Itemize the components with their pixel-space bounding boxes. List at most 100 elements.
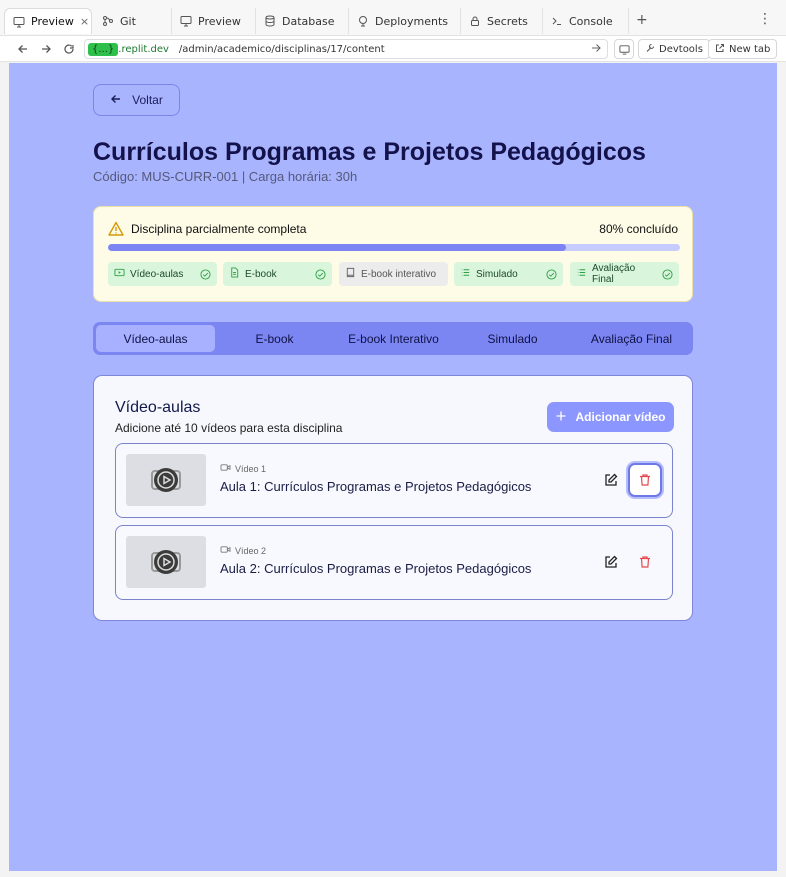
chip-ebook: E-book <box>223 262 332 286</box>
camera-icon <box>220 545 231 556</box>
tab-preview[interactable]: Preview <box>172 8 256 34</box>
chip-video-aulas: Vídeo-aulas <box>108 262 217 286</box>
video-icon <box>114 267 125 281</box>
arrow-left-icon <box>110 93 122 108</box>
page-subtitle: Código: MUS-CURR-001 | Carga horária: 30… <box>93 169 358 184</box>
edit-icon[interactable] <box>603 472 619 488</box>
chip-label: Vídeo-aulas <box>130 268 184 280</box>
check-circle-icon <box>662 268 673 280</box>
video-title: Aula 2: Currículos Programas e Projetos … <box>220 561 532 576</box>
video-index-label: Vídeo 1 <box>235 463 267 474</box>
tab-secrets[interactable]: Secrets <box>461 8 543 34</box>
devtools-button[interactable]: Devtools <box>638 39 710 59</box>
video-thumbnail <box>126 536 206 588</box>
browser-tab-bar: Preview × Git Preview Database Deploymen… <box>0 0 786 36</box>
tab-label: Git <box>120 14 136 28</box>
section-description: Adicione até 10 vídeos para esta discipl… <box>115 421 343 435</box>
plus-icon <box>555 410 567 425</box>
delete-button[interactable] <box>628 545 662 579</box>
video-aulas-card: Vídeo-aulas Adicione até 10 vídeos para … <box>93 375 693 621</box>
video-title: Aula 1: Currículos Programas e Projetos … <box>220 479 532 494</box>
trash-icon <box>640 474 650 486</box>
tab-label: Secrets <box>487 14 528 28</box>
edit-icon[interactable] <box>603 554 619 570</box>
video-thumbnail <box>126 454 206 506</box>
reload-icon[interactable] <box>61 41 77 57</box>
video-index: Vídeo 2 <box>220 545 266 556</box>
back-button[interactable]: Voltar <box>93 84 180 116</box>
video-index-label: Vídeo 2 <box>235 545 267 556</box>
tab-ebook-interativo[interactable]: E-book Interativo <box>334 325 453 352</box>
url-host-badge: {...} <box>88 42 119 56</box>
tab-menu-icon[interactable]: ⋮ <box>758 11 772 27</box>
status-label: Disciplina parcialmente completa <box>131 222 307 236</box>
completion-status-panel: Disciplina parcialmente completa 80% con… <box>93 206 693 302</box>
page-title: Currículos Programas e Projetos Pedagógi… <box>93 138 646 166</box>
chip-simulado: Simulado <box>454 262 563 286</box>
tab-preview-active[interactable]: Preview × <box>4 8 92 34</box>
tab-label: Deployments <box>375 14 449 28</box>
forward-arrow-icon[interactable] <box>38 41 54 57</box>
tab-git[interactable]: Git <box>94 8 172 34</box>
trash-icon <box>640 556 650 568</box>
section-heading: Vídeo-aulas <box>115 399 201 416</box>
list-icon <box>576 267 587 281</box>
delete-button[interactable] <box>628 463 662 497</box>
check-circle-icon <box>315 268 326 280</box>
url-path: /admin/academico/disciplinas/17/content <box>178 43 385 55</box>
add-video-button[interactable]: Adicionar vídeo <box>547 402 674 432</box>
back-label: Voltar <box>132 93 163 107</box>
lock-icon <box>469 15 481 27</box>
wrench-icon <box>645 43 655 56</box>
tab-ebook[interactable]: E-book <box>215 325 334 352</box>
video-item: Vídeo 2 Aula 2: Currículos Programas e P… <box>115 525 673 600</box>
tab-database[interactable]: Database <box>256 8 349 34</box>
chip-label: E-book interativo <box>361 268 437 280</box>
database-icon <box>264 15 276 27</box>
book-icon <box>345 267 356 281</box>
add-video-label: Adicionar vídeo <box>575 410 666 424</box>
camera-icon <box>220 463 231 474</box>
tab-label: Database <box>282 14 335 28</box>
open-new-tab-button[interactable]: New tab <box>708 39 778 59</box>
address-bar: {...} .replit.dev /admin/academico/disci… <box>0 36 786 62</box>
app-page: Voltar Currículos Programas e Projetos P… <box>9 63 777 871</box>
chip-label: Simulado <box>476 268 518 280</box>
list-icon <box>460 267 471 281</box>
chip-ebook-interativo: E-book interativo <box>339 262 448 286</box>
tab-video-aulas[interactable]: Vídeo-aulas <box>96 325 215 352</box>
check-circle-icon <box>546 268 557 280</box>
tab-deployments[interactable]: Deployments <box>349 8 461 34</box>
tab-console[interactable]: Console <box>543 8 629 34</box>
video-play-icon <box>151 550 181 574</box>
chip-label: Avaliação Final <box>592 263 636 285</box>
tab-label: Console <box>569 14 613 28</box>
tab-avaliacao-final[interactable]: Avaliação Final <box>572 325 691 352</box>
terminal-icon <box>551 15 563 27</box>
video-index: Vídeo 1 <box>220 463 266 474</box>
new-tab-button[interactable]: + <box>636 12 648 28</box>
close-icon[interactable]: × <box>80 15 89 28</box>
progress-bar <box>108 244 680 251</box>
url-host: .replit.dev <box>118 43 169 55</box>
deploy-icon <box>357 15 369 27</box>
chip-avaliacao-final: Avaliação Final <box>570 262 679 286</box>
content-tabs: Vídeo-aulas E-book E-book Interativo Sim… <box>93 322 693 355</box>
go-arrow-icon[interactable] <box>591 43 601 56</box>
video-item: Vídeo 1 Aula 1: Currículos Programas e P… <box>115 443 673 518</box>
monitor-icon <box>13 16 25 28</box>
url-field[interactable]: {...} .replit.dev /admin/academico/disci… <box>84 39 608 59</box>
devtools-label: Devtools <box>659 43 703 55</box>
file-icon <box>229 267 240 281</box>
back-arrow-icon[interactable] <box>15 41 31 57</box>
status-percent: 80% concluído <box>599 222 678 236</box>
tab-simulado[interactable]: Simulado <box>453 325 572 352</box>
screen-icon[interactable] <box>614 39 634 59</box>
monitor-icon <box>180 15 192 27</box>
newtab-label: New tab <box>729 43 771 55</box>
tab-label: Preview <box>198 14 241 28</box>
external-link-icon <box>715 43 725 56</box>
progress-fill <box>108 244 566 251</box>
tab-label: Preview <box>31 15 74 28</box>
chip-label: E-book <box>245 268 277 280</box>
